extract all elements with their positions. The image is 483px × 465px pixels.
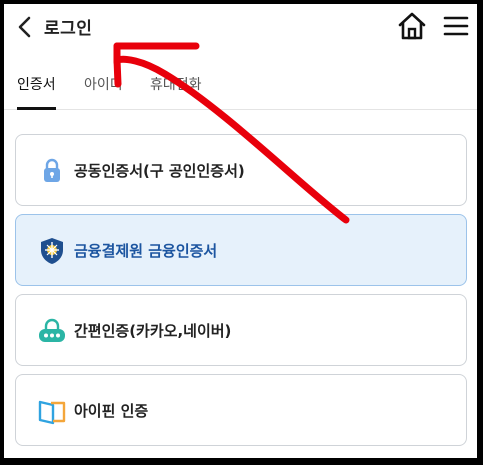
ipin-card-icon [38,400,66,425]
home-button[interactable] [396,10,428,42]
login-screen: 로그인 인증서 아이디 휴대전화 공동인증서(구 공인인증서) 금융결제원 금융… [4,4,477,458]
home-icon [398,12,426,40]
option-label: 간편인증(카카오,네이버) [74,322,232,340]
hamburger-menu-icon [443,16,469,36]
lock-icon [44,158,60,182]
option-ipin-authentication[interactable]: 아이핀 인증 [15,374,467,446]
chevron-left-icon [18,16,31,38]
back-button[interactable] [14,14,36,40]
shield-emblem-icon [41,238,63,264]
option-simple-authentication[interactable]: 간편인증(카카오,네이버) [15,294,467,366]
option-label: 아이핀 인증 [74,402,149,420]
page-title: 로그인 [44,19,93,39]
option-label: 금융결제원 금융인증서 [74,242,218,260]
menu-button[interactable] [442,12,470,40]
robot-lock-icon [39,318,65,342]
option-joint-certificate[interactable]: 공동인증서(구 공인인증서) [15,134,467,206]
option-financial-certificate[interactable]: 금융결제원 금융인증서 [15,214,467,286]
header: 로그인 [4,4,477,50]
tab-certificate[interactable]: 인증서 [17,74,56,110]
option-label: 공동인증서(구 공인인증서) [74,162,245,180]
tab-mobile-phone[interactable]: 휴대전화 [150,74,202,110]
tab-id[interactable]: 아이디 [84,74,123,110]
tab-bar: 인증서 아이디 휴대전화 [4,66,477,110]
